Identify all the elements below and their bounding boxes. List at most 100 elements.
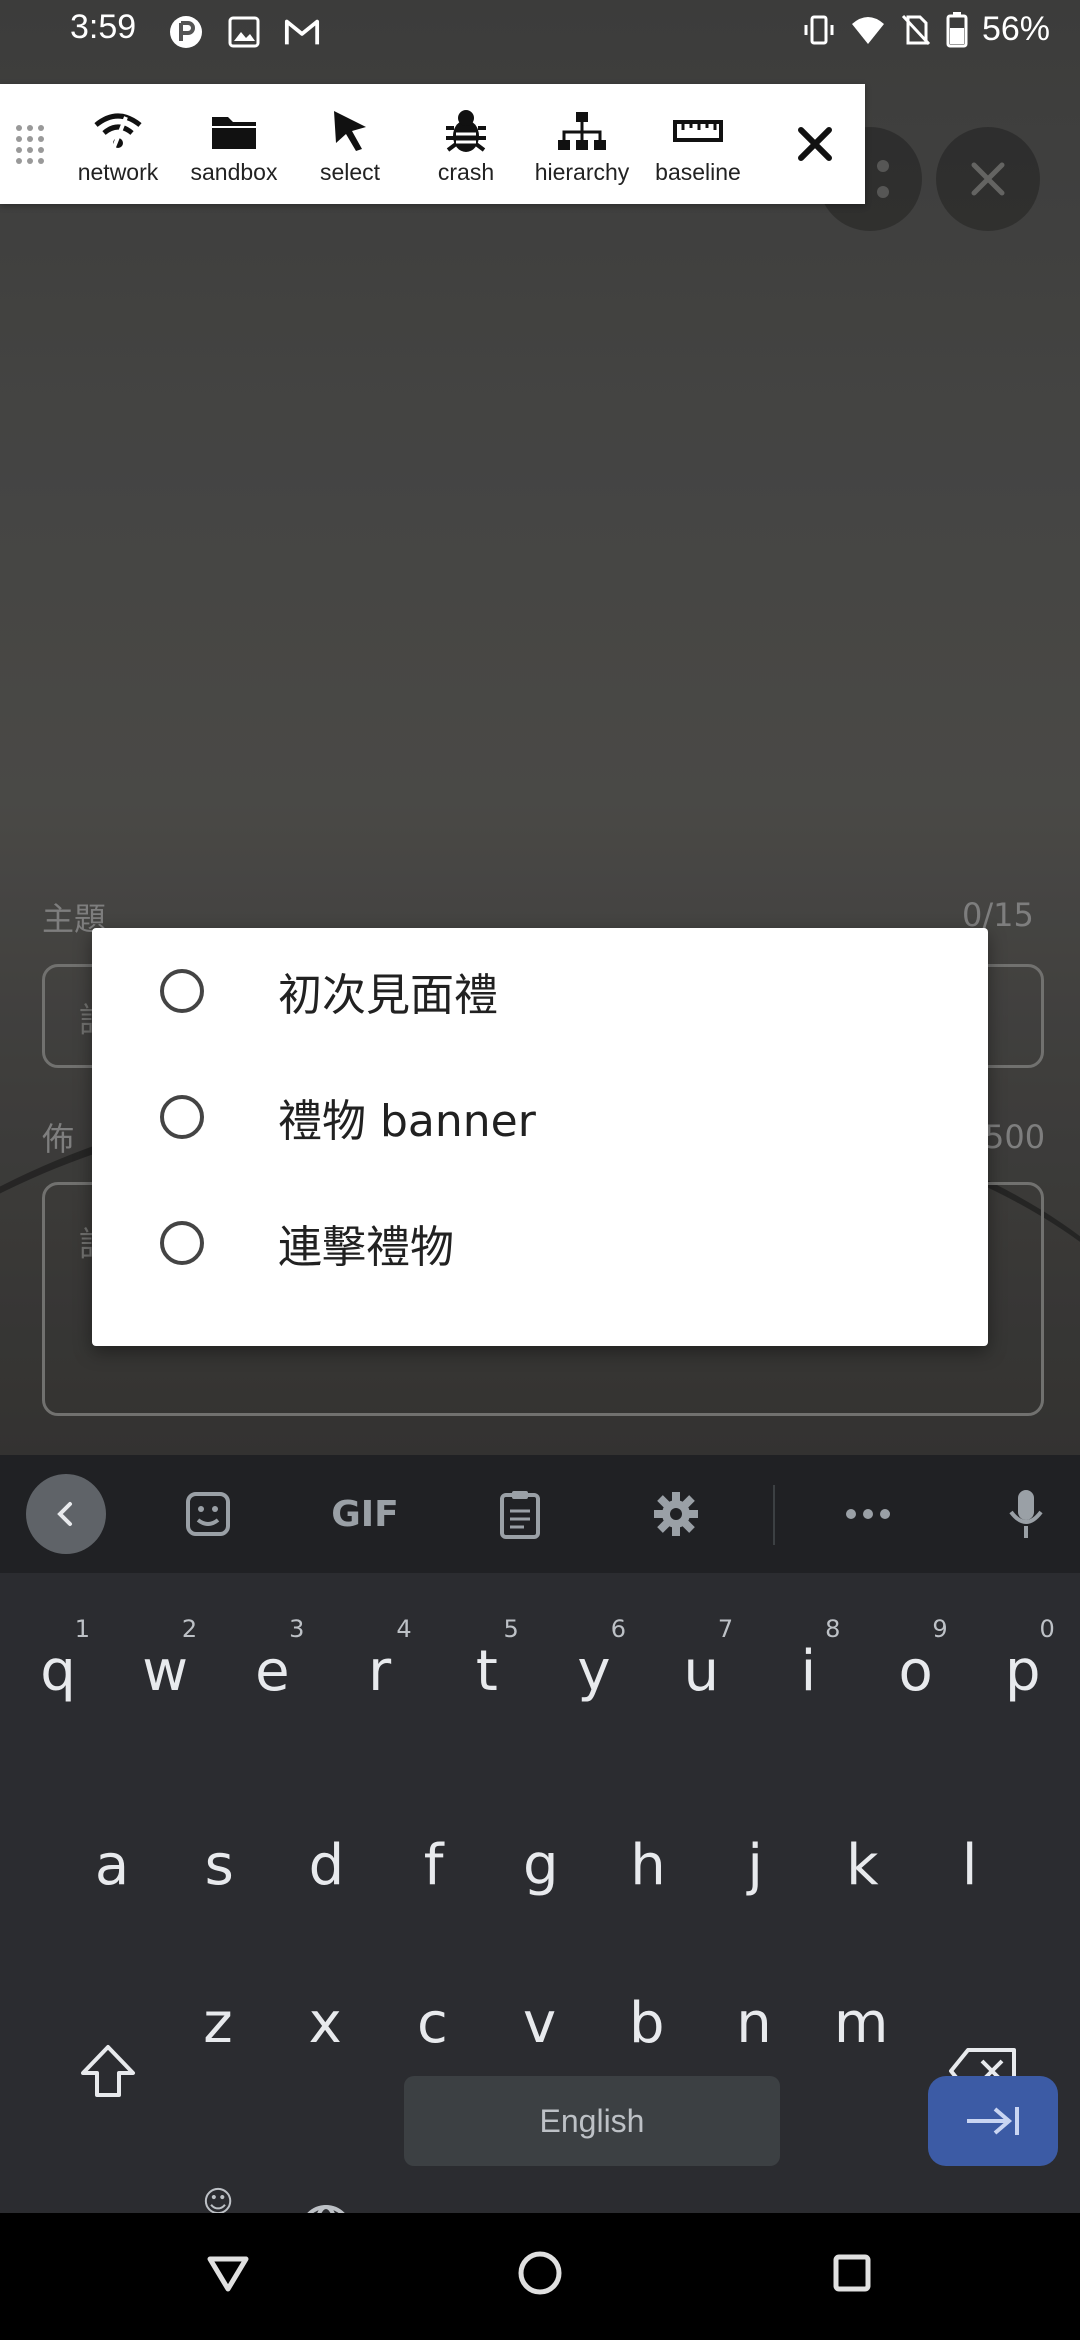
- more-button[interactable]: [828, 1474, 908, 1554]
- tool-crash[interactable]: crash: [408, 103, 524, 186]
- key-q[interactable]: 1q: [4, 1611, 112, 1731]
- tool-baseline[interactable]: baseline: [640, 103, 756, 186]
- tool-label: baseline: [655, 158, 741, 185]
- clipboard-button[interactable]: [480, 1474, 560, 1554]
- navigation-bar: [0, 2213, 1080, 2340]
- settings-icon: [654, 1492, 698, 1536]
- sticker-icon: [186, 1492, 230, 1536]
- folder-icon: [212, 116, 256, 149]
- key-label: u: [683, 1638, 719, 1704]
- key-hint: 6: [610, 1615, 626, 1643]
- key-y[interactable]: 6y: [540, 1611, 648, 1731]
- key-label: r: [368, 1638, 392, 1704]
- shift-key[interactable]: [28, 2011, 188, 2131]
- close-icon: [798, 127, 832, 161]
- key-i[interactable]: 8i: [754, 1611, 862, 1731]
- keyboard-back-button[interactable]: [26, 1474, 106, 1554]
- tool-select[interactable]: select: [292, 103, 408, 186]
- enter-key[interactable]: [928, 2076, 1058, 2166]
- radio-button[interactable]: [160, 969, 204, 1013]
- tab-next-icon: [967, 2107, 1019, 2135]
- key-hint: 2: [181, 1615, 198, 1643]
- key-r[interactable]: 4r: [326, 1611, 434, 1731]
- key-x[interactable]: x: [271, 1963, 379, 2083]
- key-hint: 1: [74, 1615, 90, 1643]
- key-e[interactable]: 3e: [218, 1611, 326, 1731]
- keyboard: 1q2w3e4r5t6y7u8i9o0p asdfghjkl zxcvbnm ?…: [0, 1573, 1080, 2277]
- option-label: 禮物 banner: [278, 1096, 536, 1147]
- key-hint: 7: [717, 1615, 734, 1643]
- key-n[interactable]: n: [700, 1963, 808, 2083]
- key-hint: 8: [825, 1615, 841, 1643]
- key-p[interactable]: 0p: [969, 1611, 1077, 1731]
- app-notification-icon: [168, 14, 204, 50]
- space-bar[interactable]: English: [404, 2076, 780, 2166]
- radio-button[interactable]: [160, 1221, 204, 1265]
- dialog-option[interactable]: 連擊禮物: [92, 1180, 988, 1306]
- nav-home-button[interactable]: [510, 2243, 570, 2303]
- key-label: q: [40, 1638, 76, 1704]
- status-bar: 3:59 56%: [0, 0, 1080, 64]
- key-b[interactable]: b: [593, 1963, 701, 2083]
- tool-label: select: [319, 158, 381, 185]
- tool-label: network: [77, 158, 159, 185]
- key-k[interactable]: k: [808, 1805, 916, 1925]
- cursor-icon: [334, 110, 366, 151]
- toolbar-divider: [773, 1485, 775, 1545]
- key-t[interactable]: 5t: [433, 1611, 541, 1731]
- back-triangle-icon: [207, 2256, 249, 2292]
- home-circle-icon: [518, 2251, 562, 2295]
- bug-icon: [446, 109, 486, 152]
- toolbar-close-button[interactable]: [785, 114, 845, 174]
- gif-button[interactable]: GIF: [320, 1474, 410, 1554]
- dialog-option[interactable]: 禮物 banner: [92, 1054, 988, 1180]
- tool-label: crash: [437, 158, 495, 185]
- recents-square-icon: [833, 2254, 871, 2292]
- key-c[interactable]: c: [378, 1963, 486, 2083]
- sticker-button[interactable]: [168, 1474, 248, 1554]
- radio-button[interactable]: [160, 1095, 204, 1139]
- keyboard-settings-button[interactable]: [636, 1474, 716, 1554]
- tool-label: sandbox: [190, 158, 278, 185]
- key-hint: 0: [1039, 1615, 1055, 1643]
- option-label: 連擊禮物: [278, 1222, 454, 1273]
- key-d[interactable]: d: [272, 1805, 380, 1925]
- ruler-icon: [673, 119, 723, 142]
- tool-hierarchy[interactable]: hierarchy: [524, 103, 640, 186]
- key-hint: 9: [932, 1615, 948, 1643]
- key-v[interactable]: v: [486, 1963, 594, 2083]
- key-label: y: [577, 1638, 611, 1704]
- battery-percent: 56%: [981, 10, 1050, 48]
- devtools-toolbar: network sandbox select crash hierarchy b…: [0, 84, 865, 204]
- key-label: w: [142, 1638, 189, 1704]
- key-label: i: [800, 1638, 817, 1704]
- key-label: p: [1005, 1638, 1041, 1704]
- tool-network[interactable]: network: [60, 103, 176, 186]
- nav-recents-button[interactable]: [822, 2243, 882, 2303]
- key-label: o: [898, 1638, 933, 1704]
- gmail-icon: [284, 14, 320, 50]
- nav-back-button[interactable]: [198, 2243, 258, 2303]
- battery-icon: [946, 11, 968, 47]
- key-label: t: [475, 1638, 498, 1704]
- key-f[interactable]: f: [380, 1805, 488, 1925]
- drag-handle-icon[interactable]: [0, 123, 60, 165]
- tool-sandbox[interactable]: sandbox: [176, 103, 292, 186]
- key-hint: 3: [289, 1615, 305, 1643]
- voice-input-button[interactable]: [986, 1474, 1066, 1554]
- wifi-icon: [94, 113, 142, 148]
- key-s[interactable]: s: [165, 1805, 273, 1925]
- key-g[interactable]: g: [487, 1805, 595, 1925]
- tool-label: hierarchy: [534, 158, 630, 185]
- key-l[interactable]: l: [916, 1805, 1024, 1925]
- key-w[interactable]: 2w: [111, 1611, 219, 1731]
- dialog-option[interactable]: 初次見面禮: [92, 928, 988, 1054]
- mic-icon: [1009, 1490, 1043, 1538]
- key-j[interactable]: j: [701, 1805, 809, 1925]
- wifi-status-icon: [851, 16, 884, 44]
- key-h[interactable]: h: [594, 1805, 702, 1925]
- key-a[interactable]: a: [58, 1805, 166, 1925]
- clipboard-icon: [500, 1491, 540, 1539]
- key-o[interactable]: 9o: [862, 1611, 970, 1731]
- key-u[interactable]: 7u: [647, 1611, 755, 1731]
